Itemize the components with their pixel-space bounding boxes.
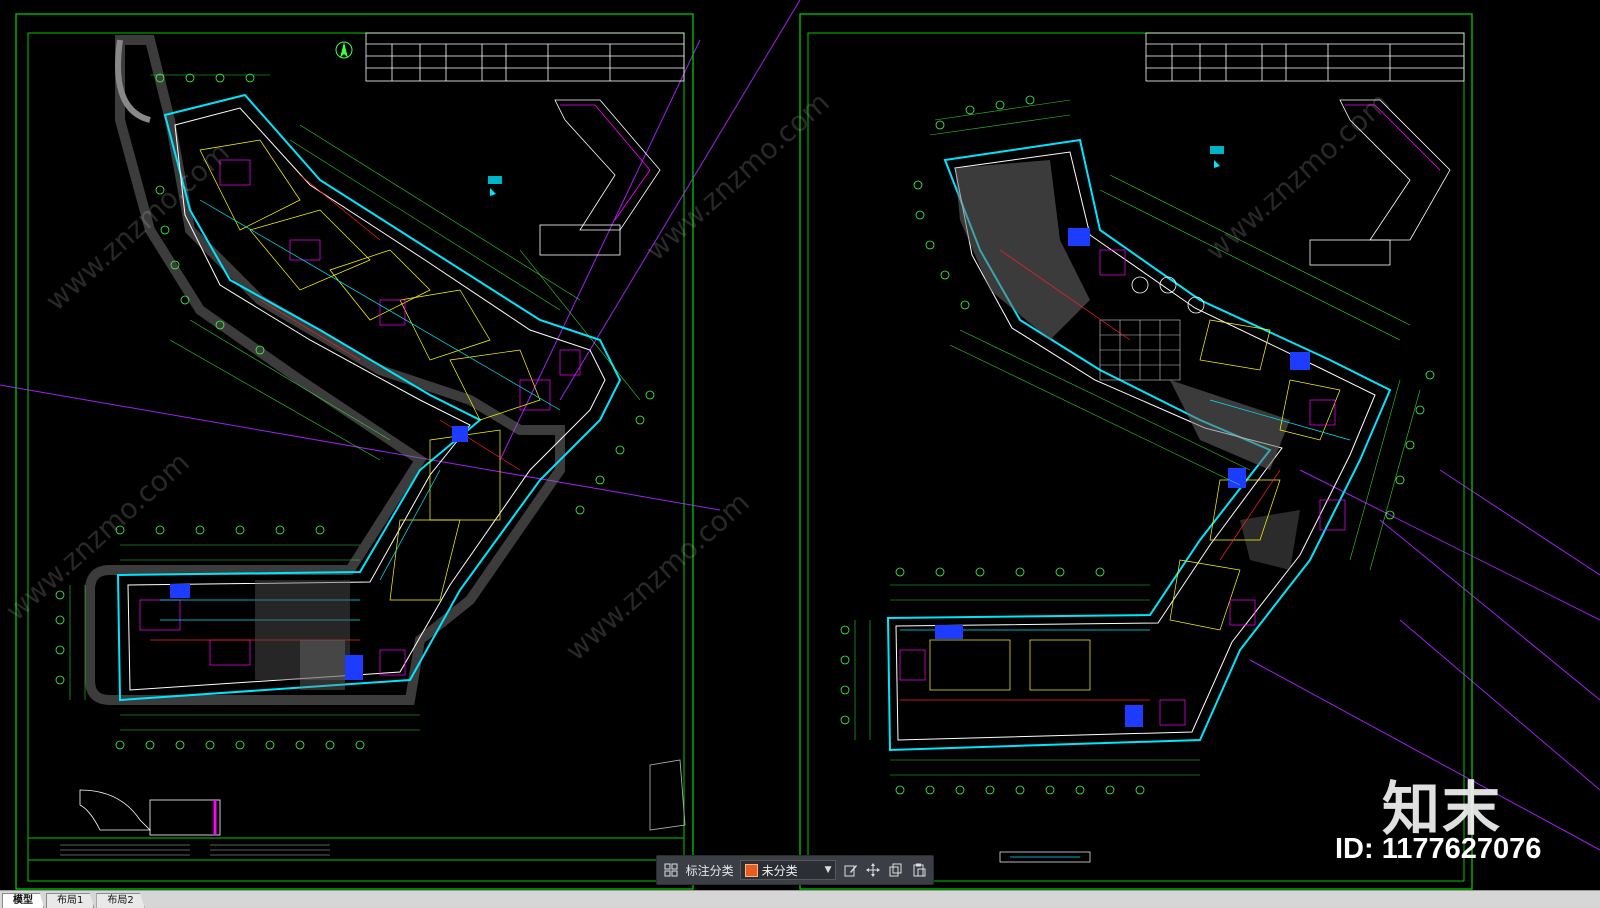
move-icon[interactable] — [865, 861, 882, 879]
copy-icon[interactable] — [888, 861, 905, 879]
tab-model[interactable]: 模型 — [2, 893, 44, 908]
annotation-category-select[interactable]: 未分类 ▼ — [739, 860, 837, 880]
layout-tab-bar: 模型 布局1 布局2 — [0, 890, 1600, 908]
left-calc-table — [365, 32, 685, 82]
category-select-value: 未分类 — [761, 863, 798, 878]
category-color-swatch — [744, 863, 758, 877]
left-key-plan — [539, 99, 661, 256]
right-sheet-frame — [799, 13, 1473, 890]
right-calc-table — [1145, 32, 1465, 82]
chevron-down-icon: ▼ — [824, 865, 832, 875]
grid-icon[interactable] — [663, 861, 680, 879]
right-legend — [1210, 146, 1224, 168]
left-legend — [488, 176, 502, 196]
watermark-id: ID: 1177627076 — [1335, 833, 1542, 865]
left-site-detail — [79, 759, 686, 836]
annotation-toolbar: 标注分类 未分类 ▼ — [656, 855, 934, 885]
right-bottom-detail — [999, 851, 1091, 863]
left-sheet-frame — [15, 13, 694, 890]
paste-icon[interactable] — [910, 861, 927, 879]
left-notes — [60, 844, 330, 856]
annotation-category-label: 标注分类 — [685, 863, 734, 878]
tab-layout-2[interactable]: 布局2 — [96, 893, 145, 908]
tab-layout-1[interactable]: 布局1 — [46, 893, 95, 908]
edit-icon[interactable] — [842, 861, 859, 879]
right-floorplan — [840, 95, 1435, 795]
cad-model-canvas[interactable]: www.znzmo.com www.znzmo.com www.znzmo.co… — [0, 0, 1600, 890]
